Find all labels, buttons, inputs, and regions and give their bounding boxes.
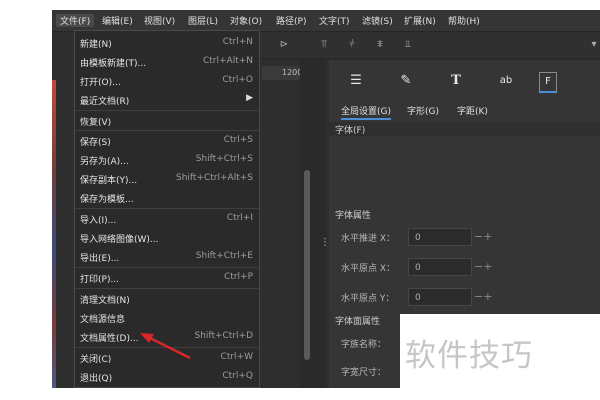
arrow-shaft	[147, 335, 191, 360]
annotation-arrow	[140, 333, 191, 360]
